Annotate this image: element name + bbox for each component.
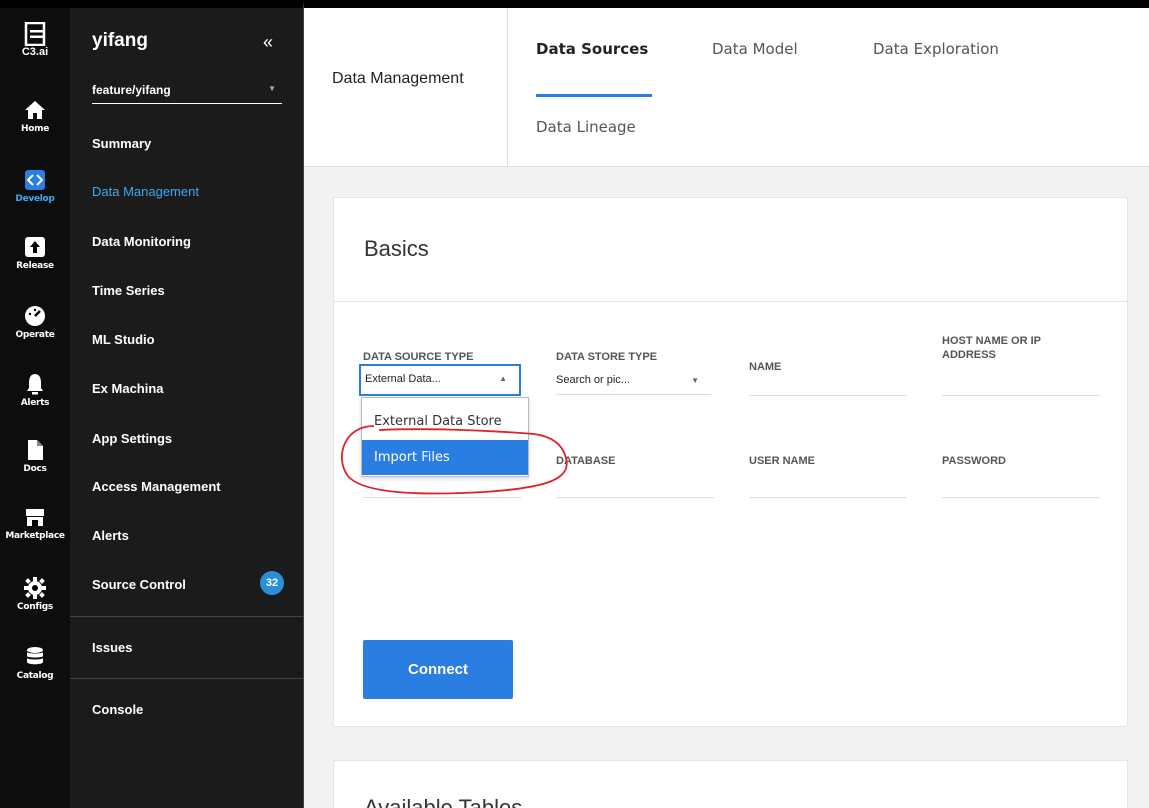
source-control-count-badge: 32 xyxy=(260,571,284,595)
sidebar-divider xyxy=(70,616,303,617)
sidebar-item-console[interactable]: Console xyxy=(92,702,143,717)
data-source-type-select[interactable]: External Data... ▲ xyxy=(359,364,521,396)
rail-label-develop: Develop xyxy=(15,194,55,204)
available-tables-card: Available Tables xyxy=(333,760,1128,808)
rail-item-docs[interactable]: Docs xyxy=(0,438,70,474)
rail-item-release[interactable]: Release xyxy=(0,235,70,271)
data-source-type-value: External Data... xyxy=(365,373,441,385)
project-name: yifang xyxy=(92,30,148,51)
store-icon xyxy=(26,509,44,526)
main-content: Basics DATA SOURCE TYPE DATA STORE TYPE … xyxy=(304,167,1149,808)
rail-item-operate[interactable]: Operate xyxy=(0,304,70,340)
brand-label: C3.ai xyxy=(21,46,49,58)
sidebar-item-data-monitoring[interactable]: Data Monitoring xyxy=(92,234,191,249)
rail-label-marketplace: Marketplace xyxy=(5,531,65,541)
tab-data-exploration[interactable]: Data Exploration xyxy=(873,40,999,58)
name-label: NAME xyxy=(749,361,782,373)
sidebar: yifang « feature/yifang ▼ Summary Data M… xyxy=(70,0,304,808)
data-store-type-select[interactable]: Search or pic... ▼ xyxy=(556,366,711,395)
icon-rail: C3.ai Home Develop Release Operate Alert… xyxy=(0,0,70,808)
data-store-type-label: DATA STORE TYPE xyxy=(556,351,658,363)
tab-data-model[interactable]: Data Model xyxy=(712,40,798,58)
home-icon xyxy=(25,101,45,119)
sidebar-item-source-control[interactable]: Source Control xyxy=(92,577,186,592)
rail-label-configs: Configs xyxy=(17,602,53,612)
password-input[interactable] xyxy=(942,497,1100,498)
rail-item-marketplace[interactable]: Marketplace xyxy=(0,505,70,541)
sidebar-item-time-series[interactable]: Time Series xyxy=(92,283,165,298)
sidebar-item-summary[interactable]: Summary xyxy=(92,136,151,151)
rail-item-configs[interactable]: Configs xyxy=(0,576,70,612)
rail-item-alerts[interactable]: Alerts xyxy=(0,372,70,408)
password-label: PASSWORD xyxy=(942,455,1006,467)
host-label: HOST NAME OR IP ADDRESS xyxy=(942,335,1041,361)
upload-icon xyxy=(25,237,45,257)
rail-item-home[interactable]: Home xyxy=(0,98,70,134)
collapse-sidebar-button[interactable]: « xyxy=(263,32,273,53)
connect-button[interactable]: Connect xyxy=(363,640,513,699)
c3-logo-icon xyxy=(24,22,46,46)
sidebar-item-app-settings[interactable]: App Settings xyxy=(92,431,172,446)
name-input[interactable] xyxy=(749,395,907,396)
brand-logo[interactable]: C3.ai xyxy=(0,22,70,58)
data-source-type-label: DATA SOURCE TYPE xyxy=(363,351,474,363)
database-icon xyxy=(27,647,43,665)
header-divider xyxy=(507,8,508,167)
rail-label-alerts: Alerts xyxy=(20,398,50,408)
sidebar-item-alerts[interactable]: Alerts xyxy=(92,528,129,543)
chevron-up-icon: ▲ xyxy=(499,374,507,383)
tab-data-lineage[interactable]: Data Lineage xyxy=(536,118,636,136)
user-name-label: USER NAME xyxy=(749,455,816,467)
basics-title: Basics xyxy=(364,236,429,261)
annotation-circle xyxy=(341,425,568,495)
rail-label-docs: Docs xyxy=(23,464,47,474)
host-input[interactable] xyxy=(942,395,1100,396)
rail-label-home: Home xyxy=(21,124,49,134)
section-title: Data Management xyxy=(332,70,464,87)
gear-icon xyxy=(24,577,46,599)
sidebar-item-issues[interactable]: Issues xyxy=(92,640,132,655)
database-input[interactable] xyxy=(556,497,714,498)
data-store-type-value: Search or pic... xyxy=(556,374,630,386)
rail-label-operate: Operate xyxy=(15,330,55,340)
sidebar-divider xyxy=(70,678,303,679)
document-icon xyxy=(28,440,43,460)
page-header: Data Management Data Sources Data Model … xyxy=(304,0,1149,167)
branch-name: feature/yifang xyxy=(92,83,171,97)
user-name-input[interactable] xyxy=(749,497,907,498)
sidebar-item-ex-machina[interactable]: Ex Machina xyxy=(92,381,164,396)
branch-selector[interactable]: feature/yifang ▼ xyxy=(92,74,282,104)
rail-item-develop[interactable]: Develop xyxy=(0,168,70,204)
sidebar-item-access-management[interactable]: Access Management xyxy=(92,479,221,494)
tab-data-sources[interactable]: Data Sources xyxy=(536,40,648,58)
rail-item-catalog[interactable]: Catalog xyxy=(0,645,70,681)
chevron-down-icon: ▼ xyxy=(268,84,276,93)
available-tables-title: Available Tables xyxy=(364,795,523,808)
code-icon xyxy=(25,170,45,190)
rail-label-catalog: Catalog xyxy=(16,671,54,681)
sidebar-item-data-management[interactable]: Data Management xyxy=(92,184,199,199)
chevron-down-icon: ▼ xyxy=(691,376,699,385)
sidebar-item-ml-studio[interactable]: ML Studio xyxy=(92,332,155,347)
basics-card: Basics DATA SOURCE TYPE DATA STORE TYPE … xyxy=(333,197,1128,727)
active-tab-indicator xyxy=(536,94,652,97)
gauge-icon xyxy=(25,306,45,326)
card-divider xyxy=(334,301,1127,302)
rail-label-release: Release xyxy=(16,261,54,271)
bell-icon xyxy=(27,374,43,395)
